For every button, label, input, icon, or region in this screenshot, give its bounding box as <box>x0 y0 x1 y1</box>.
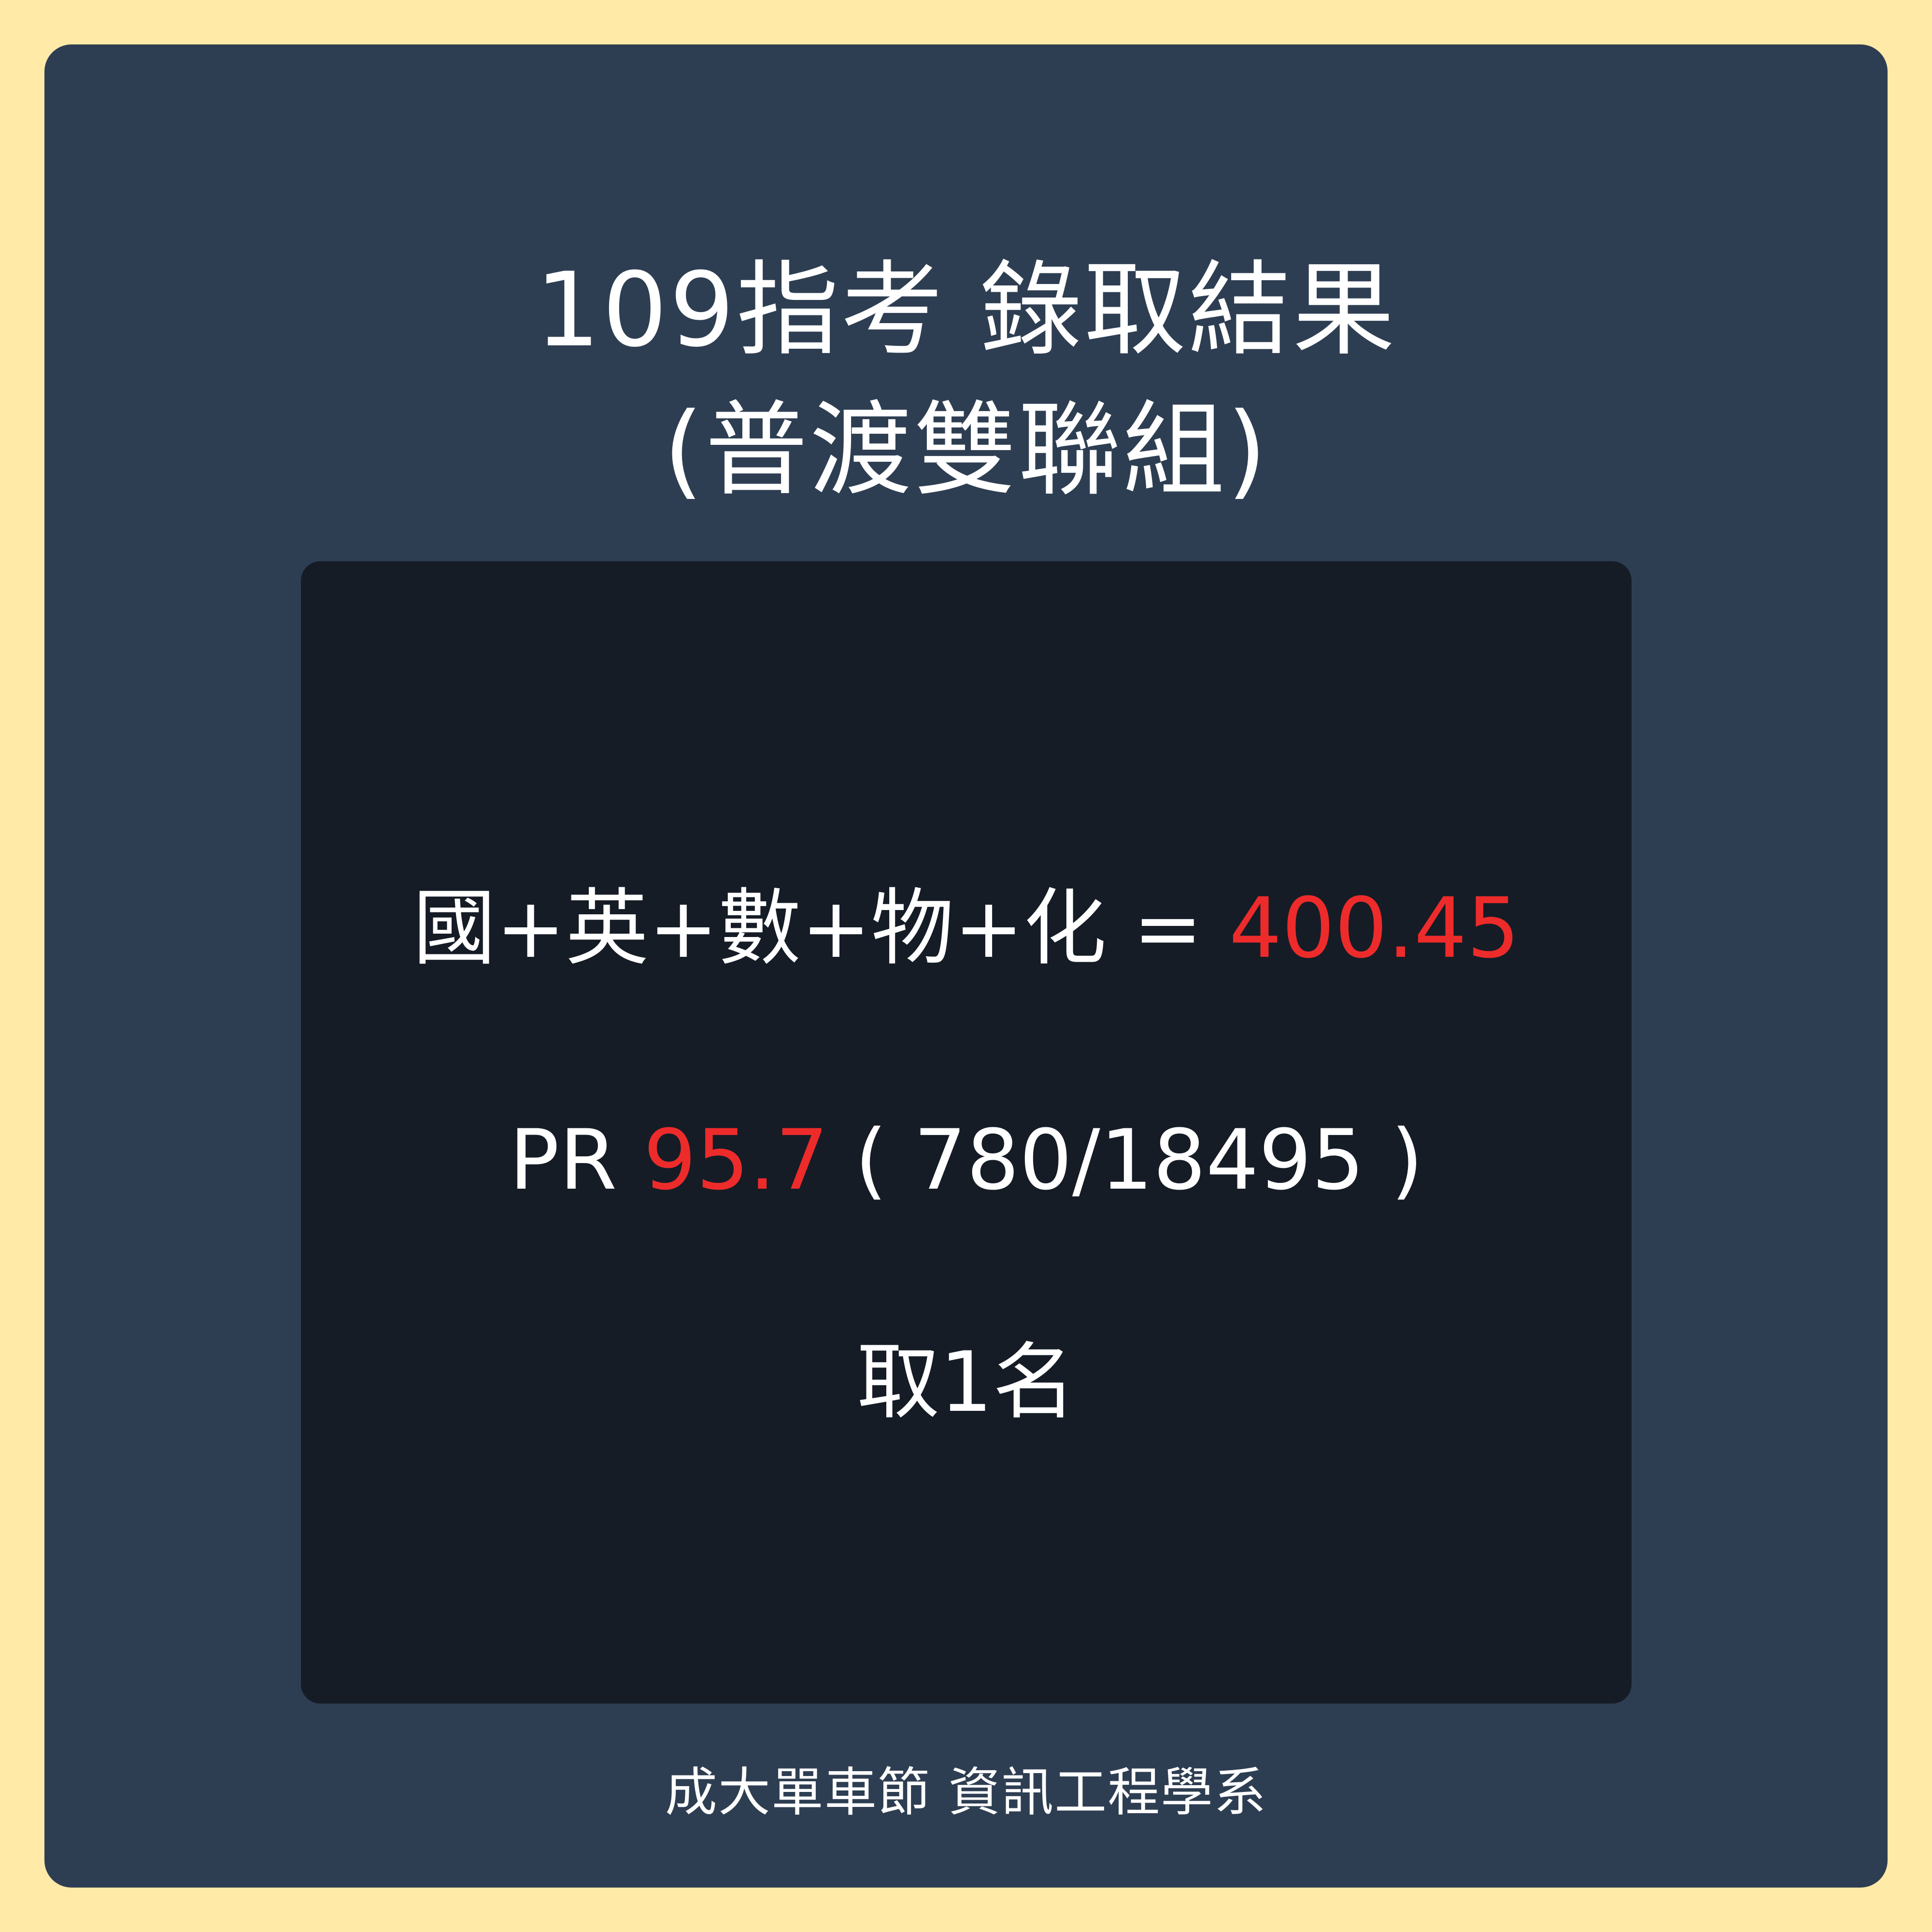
result-card: 109指考 錄取結果 (普渡雙聯組) 國+英+數+物+化 = 400.45 PR… <box>44 44 1888 1888</box>
pr-row: PR 95.7 ( 780/18495 ) <box>301 1102 1632 1218</box>
footer-text: 成大單車節 資訊工程學系 <box>665 1762 1267 1823</box>
score-value: 400.45 <box>1229 880 1520 977</box>
pr-label: PR <box>509 1111 644 1208</box>
page-subtitle: (普渡雙聯組) <box>663 390 1269 510</box>
score-label: 國+英+數+物+化 = <box>412 880 1229 977</box>
admission-text: 取1名 <box>856 1334 1076 1431</box>
rank-text: ( 780/18495 ) <box>828 1111 1423 1208</box>
pr-value: 95.7 <box>643 1111 829 1208</box>
score-row: 國+英+數+物+化 = 400.45 <box>301 870 1632 986</box>
page-title: 109指考 錄取結果 <box>535 250 1397 369</box>
result-panel: 國+英+數+物+化 = 400.45 PR 95.7 ( 780/18495 )… <box>301 561 1632 1704</box>
